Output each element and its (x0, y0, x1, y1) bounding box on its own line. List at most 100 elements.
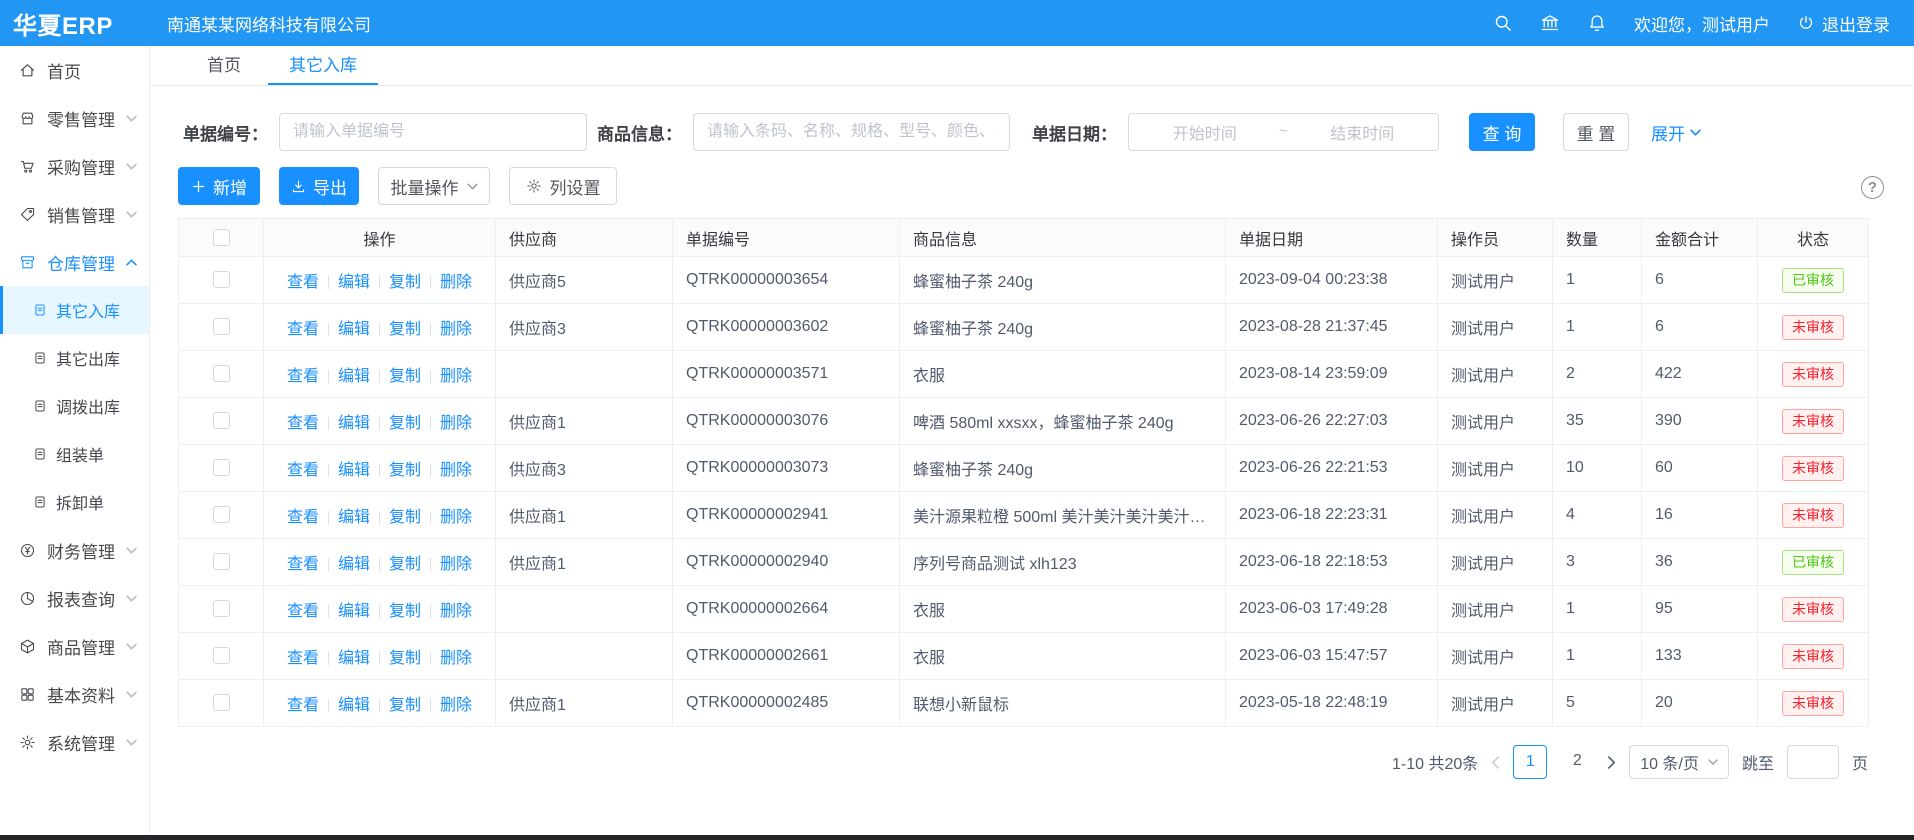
row-checkbox[interactable] (213, 318, 230, 335)
other-inbound-panel: 单据编号： 商品信息： 单据日期： 开始时间 ~ 结束时间 查 询 重 置 展开 (150, 86, 1914, 779)
sidebar-item-reports[interactable]: 报表查询 (0, 574, 149, 622)
row-checkbox[interactable] (213, 506, 230, 523)
sidebar-item-system[interactable]: 系统管理 (0, 718, 149, 766)
edit-link[interactable]: 编辑 (338, 321, 370, 338)
column-settings-button[interactable]: 列设置 (509, 167, 617, 205)
tab-other-inbound[interactable]: 其它入库 (268, 46, 378, 85)
sidebar-item-finance[interactable]: 财务管理 (0, 526, 149, 574)
select-all-checkbox[interactable] (213, 229, 230, 246)
delete-link[interactable]: 删除 (440, 603, 472, 620)
sidebar-item-home[interactable]: 首页 (0, 46, 149, 94)
add-button[interactable]: 新增 (178, 167, 260, 205)
edit-link[interactable]: 编辑 (338, 603, 370, 620)
page-size-select[interactable]: 10 条/页 (1629, 745, 1729, 779)
sidebar-item-warehouse[interactable]: 仓库管理 (0, 238, 149, 286)
row-checkbox[interactable] (213, 412, 230, 429)
bell-icon[interactable] (1587, 13, 1607, 33)
view-link[interactable]: 查看 (287, 368, 319, 385)
page-2-button[interactable]: 2 (1560, 745, 1594, 779)
view-link[interactable]: 查看 (287, 462, 319, 479)
delete-link[interactable]: 删除 (440, 556, 472, 573)
view-link[interactable]: 查看 (287, 697, 319, 714)
jump-to-input[interactable] (1787, 745, 1839, 779)
copy-link[interactable]: 复制 (389, 697, 421, 714)
doc-no-input[interactable] (279, 113, 587, 151)
copy-link[interactable]: 复制 (389, 462, 421, 479)
delete-link[interactable]: 删除 (440, 509, 472, 526)
edit-link[interactable]: 编辑 (338, 462, 370, 479)
row-checkbox[interactable] (213, 459, 230, 476)
edit-link[interactable]: 编辑 (338, 650, 370, 667)
sidebar-item-goods[interactable]: 商品管理 (0, 622, 149, 670)
delete-link[interactable]: 删除 (440, 415, 472, 432)
delete-link[interactable]: 删除 (440, 697, 472, 714)
supplier-cell: 供应商1 (496, 492, 673, 539)
row-checkbox[interactable] (213, 271, 230, 288)
edit-link[interactable]: 编辑 (338, 415, 370, 432)
edit-link[interactable]: 编辑 (338, 274, 370, 291)
sidebar-item-disassembly-order[interactable]: 拆卸单 (0, 478, 149, 526)
delete-link[interactable]: 删除 (440, 462, 472, 479)
view-link[interactable]: 查看 (287, 274, 319, 291)
expand-filters-link[interactable]: 展开 (1651, 120, 1701, 145)
view-link[interactable]: 查看 (287, 415, 319, 432)
row-checkbox[interactable] (213, 694, 230, 711)
column-settings-label: 列设置 (550, 174, 601, 199)
qty-cell: 3 (1553, 539, 1642, 586)
bank-icon[interactable] (1540, 13, 1560, 33)
prev-page-button[interactable] (1491, 756, 1500, 769)
reset-button[interactable]: 重 置 (1563, 113, 1629, 151)
tab-home[interactable]: 首页 (186, 46, 262, 85)
date-range-picker[interactable]: 开始时间 ~ 结束时间 (1128, 113, 1439, 151)
product-info-input[interactable] (693, 113, 1010, 151)
edit-link[interactable]: 编辑 (338, 368, 370, 385)
date-cell: 2023-06-26 22:21:53 (1226, 445, 1438, 492)
row-checkbox[interactable] (213, 365, 230, 382)
expand-label: 展开 (1651, 120, 1685, 145)
copy-link[interactable]: 复制 (389, 556, 421, 573)
view-link[interactable]: 查看 (287, 509, 319, 526)
copy-link[interactable]: 复制 (389, 603, 421, 620)
column-header-product: 商品信息 (900, 219, 1226, 257)
sidebar-item-transfer-outbound[interactable]: 调拨出库 (0, 382, 149, 430)
supplier-cell: 供应商1 (496, 539, 673, 586)
product-cell: 蜂蜜柚子茶 240g (900, 304, 1226, 351)
delete-link[interactable]: 删除 (440, 321, 472, 338)
copy-link[interactable]: 复制 (389, 368, 421, 385)
page-1-button[interactable]: 1 (1513, 745, 1547, 779)
sidebar-item-purchase[interactable]: 采购管理 (0, 142, 149, 190)
sidebar-item-basic-data[interactable]: 基本资料 (0, 670, 149, 718)
sidebar-item-retail[interactable]: 零售管理 (0, 94, 149, 142)
logout-button[interactable]: 退出登录 (1797, 11, 1890, 36)
copy-link[interactable]: 复制 (389, 650, 421, 667)
sidebar-item-other-outbound[interactable]: 其它出库 (0, 334, 149, 382)
delete-link[interactable]: 删除 (440, 650, 472, 667)
next-page-button[interactable] (1607, 756, 1616, 769)
copy-link[interactable]: 复制 (389, 415, 421, 432)
delete-link[interactable]: 删除 (440, 274, 472, 291)
sidebar-item-other-inbound[interactable]: 其它入库 (0, 286, 149, 334)
edit-link[interactable]: 编辑 (338, 556, 370, 573)
view-link[interactable]: 查看 (287, 321, 319, 338)
status-badge: 未审核 (1782, 644, 1844, 669)
row-checkbox[interactable] (213, 600, 230, 617)
copy-link[interactable]: 复制 (389, 509, 421, 526)
row-checkbox[interactable] (213, 553, 230, 570)
export-button[interactable]: 导出 (279, 167, 359, 205)
sidebar-item-sales[interactable]: 销售管理 (0, 190, 149, 238)
edit-link[interactable]: 编辑 (338, 697, 370, 714)
help-icon[interactable]: ? (1861, 176, 1884, 199)
row-checkbox[interactable] (213, 647, 230, 664)
search-icon[interactable] (1493, 13, 1513, 33)
sidebar-item-assembly-order[interactable]: 组装单 (0, 430, 149, 478)
view-link[interactable]: 查看 (287, 650, 319, 667)
start-date-placeholder: 开始时间 (1137, 120, 1273, 144)
edit-link[interactable]: 编辑 (338, 509, 370, 526)
view-link[interactable]: 查看 (287, 556, 319, 573)
delete-link[interactable]: 删除 (440, 368, 472, 385)
copy-link[interactable]: 复制 (389, 321, 421, 338)
copy-link[interactable]: 复制 (389, 274, 421, 291)
view-link[interactable]: 查看 (287, 603, 319, 620)
search-button[interactable]: 查 询 (1469, 113, 1535, 151)
batch-actions-button[interactable]: 批量操作 (378, 167, 490, 205)
